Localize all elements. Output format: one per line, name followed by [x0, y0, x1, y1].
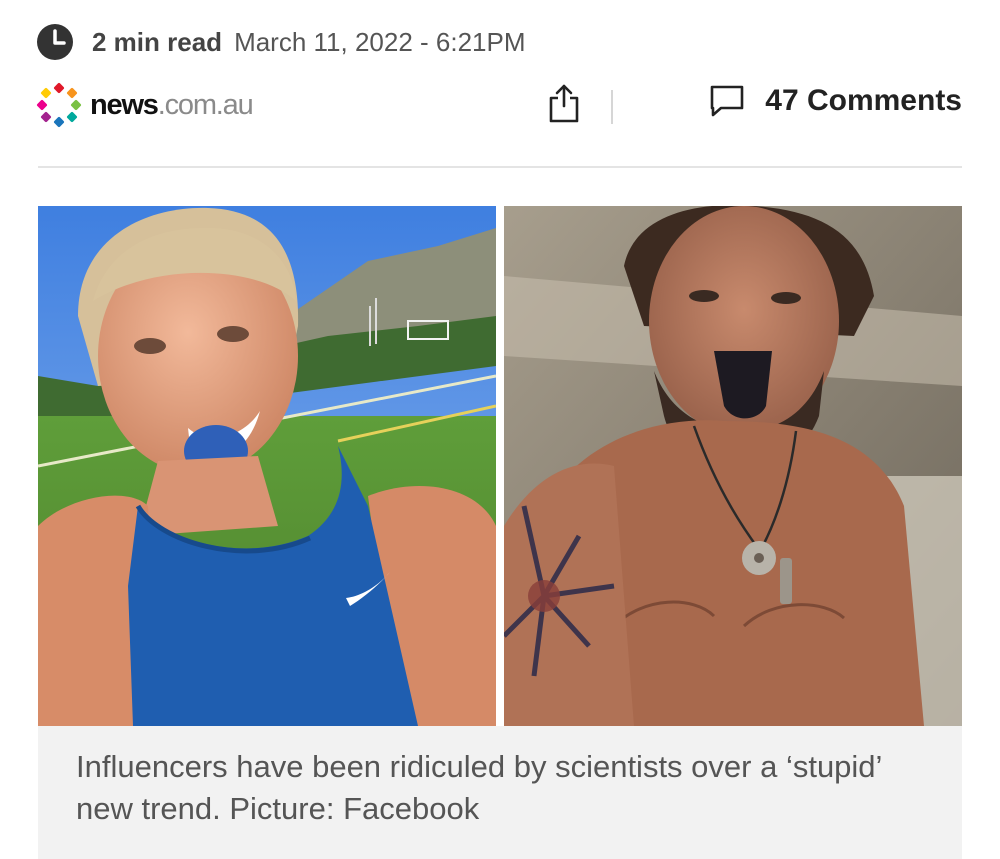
source-logo[interactable]: news.com.au — [36, 82, 254, 128]
source-wordmark: news.com.au — [90, 88, 254, 121]
toolbar-divider — [611, 90, 613, 124]
read-time: 2 min read — [92, 26, 223, 57]
article-toolbar: news.com.au 47 Comments — [36, 80, 962, 130]
image-caption-box: Influencers have been ridiculed by scien… — [38, 726, 962, 859]
article-image-left[interactable] — [38, 206, 496, 726]
header-divider — [38, 166, 962, 168]
comments-count: 47 Comments — [765, 84, 962, 117]
comment-bubble-icon — [710, 85, 744, 117]
share-icon[interactable] — [546, 82, 582, 124]
article-image-right[interactable] — [504, 206, 962, 726]
man-photo — [504, 206, 962, 726]
image-caption: Influencers have been ridiculed by scien… — [76, 749, 882, 826]
article-meta: 2 min read March 11, 2022 - 6:21PM — [36, 22, 526, 62]
woman-photo — [38, 206, 496, 726]
comments-button[interactable]: 47 Comments — [709, 84, 962, 118]
clock-icon — [37, 24, 73, 60]
publish-date: March 11, 2022 - 6:21PM — [234, 26, 526, 57]
news-logo-dots — [36, 82, 82, 128]
